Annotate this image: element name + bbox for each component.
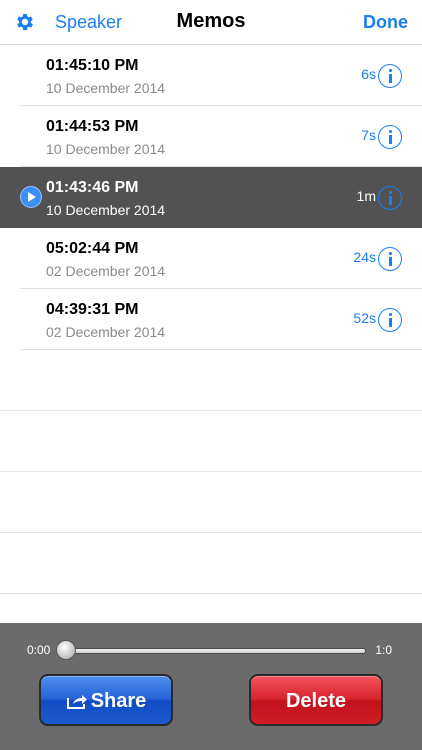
memo-duration: 6s	[361, 66, 376, 82]
memo-duration: 52s	[353, 310, 376, 326]
memo-row[interactable]: 04:39:31 PM 02 December 2014 52s	[0, 289, 422, 350]
empty-row	[0, 411, 422, 472]
delete-label: Delete	[285, 690, 347, 712]
memo-row[interactable]: 01:44:53 PM 10 December 2014 7s	[0, 106, 422, 167]
memo-date: 02 December 2014	[46, 263, 166, 279]
memo-row-selected[interactable]: 01:43:46 PM 10 December 2014 1m	[0, 167, 422, 228]
memo-list: 01:45:10 PM 10 December 2014 6s 01:44:53…	[0, 45, 422, 594]
empty-row	[0, 533, 422, 594]
memo-duration: 24s	[353, 249, 376, 265]
nav-bar: Speaker Memos Done	[0, 0, 422, 45]
elapsed-time: 0:00	[27, 643, 51, 657]
info-icon[interactable]	[378, 247, 402, 271]
slider-thumb[interactable]	[56, 640, 76, 660]
play-icon[interactable]	[20, 186, 42, 208]
memo-duration: 7s	[361, 127, 376, 143]
total-time: 1:0	[375, 643, 392, 657]
share-label: Share	[90, 690, 147, 712]
memo-time: 04:39:31 PM	[46, 301, 139, 318]
memo-date: 02 December 2014	[46, 324, 166, 340]
memo-time: 05:02:44 PM	[46, 240, 139, 257]
playback-slider[interactable]	[62, 648, 366, 654]
player-panel: 0:00 1:0 Share Delete	[0, 623, 422, 750]
info-icon[interactable]	[378, 186, 402, 210]
memo-duration: 1m	[356, 188, 376, 204]
share-button[interactable]: Share	[39, 674, 173, 726]
share-icon	[66, 695, 87, 709]
empty-row	[0, 472, 422, 533]
memo-date: 10 December 2014	[46, 202, 166, 218]
memo-date: 10 December 2014	[46, 80, 166, 96]
delete-button[interactable]: Delete	[249, 674, 383, 726]
memo-row[interactable]: 05:02:44 PM 02 December 2014 24s	[0, 228, 422, 289]
memo-time: 01:45:10 PM	[46, 57, 139, 74]
info-icon[interactable]	[378, 64, 402, 88]
empty-row	[0, 350, 422, 411]
memo-row[interactable]: 01:45:10 PM 10 December 2014 6s	[0, 45, 422, 106]
done-button[interactable]: Done	[363, 12, 408, 33]
info-icon[interactable]	[378, 308, 402, 332]
memo-time: 01:43:46 PM	[46, 179, 139, 196]
memo-date: 10 December 2014	[46, 141, 166, 157]
page-title: Memos	[176, 10, 246, 32]
memo-time: 01:44:53 PM	[46, 118, 139, 135]
info-icon[interactable]	[378, 125, 402, 149]
